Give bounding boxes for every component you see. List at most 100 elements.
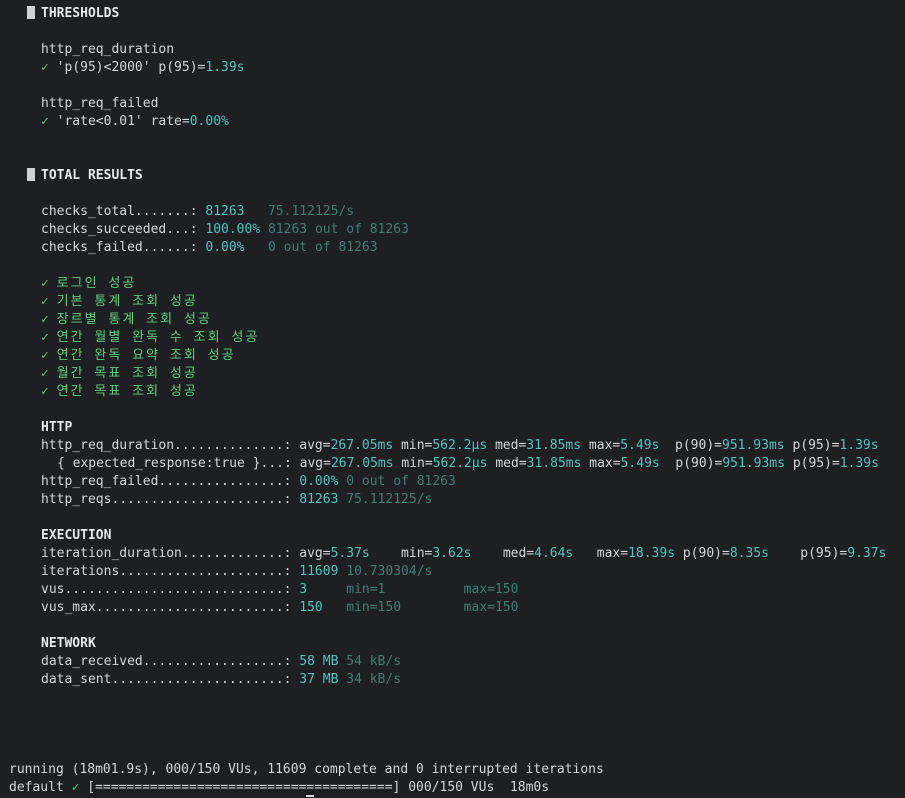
http-reqs-row: http_reqs......................: 81263 7… xyxy=(41,491,432,509)
threshold-result-failed: ✓ 'rate<0.01' rate=0.00% xyxy=(41,113,229,131)
checks-failed-row: checks_failed......: 0.00% 0 out of 8126… xyxy=(41,239,378,257)
check-item: ✓ 기본 통계 조회 성공 xyxy=(41,293,198,311)
stat-min: 562.2µs xyxy=(432,456,488,471)
stat-max: 5.49s xyxy=(620,456,660,471)
scenario-name: default xyxy=(9,780,64,795)
metric-max: max=150 xyxy=(463,582,519,597)
check-item: ✓ 로그인 성공 xyxy=(41,275,136,293)
check-icon: ✓ xyxy=(41,312,49,327)
threshold-metric-duration: http_req_duration xyxy=(41,42,175,57)
metric-value: 58 MB xyxy=(299,654,339,669)
stat-p90: 951.93ms xyxy=(722,438,785,453)
check-label: 연간 월별 완독 수 조회 성공 xyxy=(56,330,260,345)
metric-name: http_reqs......................: xyxy=(41,492,292,507)
total-results-header: TOTAL RESULTS xyxy=(27,167,143,185)
stat-label: avg= xyxy=(299,456,331,471)
progress-line: default ✓ [=============================… xyxy=(9,779,549,797)
metric-value: 100.00% xyxy=(205,222,261,237)
threshold-metric-failed: http_req_failed xyxy=(41,96,159,111)
metric-detail: 0 out of 81263 xyxy=(268,240,378,255)
check-label: 연간 목표 조회 성공 xyxy=(56,384,198,399)
metric-min: min=1 xyxy=(346,582,386,597)
stat-label: p(90)= xyxy=(675,438,722,453)
metric-value: 81263 xyxy=(205,204,245,219)
stat-avg: 267.05ms xyxy=(330,438,394,453)
stat-med: 31.85ms xyxy=(526,456,582,471)
data-received-row: data_received..................: 58 MB 5… xyxy=(41,653,401,671)
threshold-label: rate= xyxy=(150,114,190,129)
check-label: 로그인 성공 xyxy=(56,276,137,291)
http-section-title: HTTP xyxy=(41,420,73,435)
metric-name: checks_succeeded...: xyxy=(41,222,198,237)
stat-p95: 1.39s xyxy=(839,456,879,471)
stat-min: 562.2µs xyxy=(432,438,488,453)
http-req-duration-row: http_req_duration..............: avg=267… xyxy=(41,437,879,455)
stat-avg: 267.05ms xyxy=(330,456,394,471)
check-icon: ✓ xyxy=(41,114,49,129)
http-req-failed-row: http_req_failed................: 0.00% 0… xyxy=(41,473,456,491)
metric-value: 37 MB xyxy=(299,672,339,687)
stat-label: med= xyxy=(495,456,527,471)
metric-detail: 0 out of 81263 xyxy=(346,474,456,489)
stat-label: p(95)= xyxy=(792,456,840,471)
stat-max: 18.39s xyxy=(628,546,676,561)
terminal-cursor xyxy=(306,795,314,797)
metric-rate: 75.112125/s xyxy=(268,204,355,219)
stat-p90: 8.35s xyxy=(729,546,769,561)
metric-name: vus............................: xyxy=(41,582,292,597)
check-label: 월간 목표 조회 성공 xyxy=(56,366,198,381)
stat-label: med= xyxy=(494,438,527,453)
section-marker-icon xyxy=(27,6,35,19)
check-icon: ✓ xyxy=(41,348,49,363)
metric-value: 81263 xyxy=(299,492,339,507)
progress-vus: 000/150 VUs xyxy=(408,780,495,795)
stat-med: 31.85ms xyxy=(526,438,582,453)
expected-response-row: { expected_response:true }...: avg=267.0… xyxy=(57,455,879,473)
metric-name: checks_total.......: xyxy=(41,204,198,219)
stat-label: p(90)= xyxy=(675,456,723,471)
check-icon: ✓ xyxy=(41,330,49,345)
check-item: ✓ 연간 월별 완독 수 조회 성공 xyxy=(41,329,259,347)
progress-time: 18m0s xyxy=(509,780,550,795)
metric-max: max=150 xyxy=(463,600,519,615)
total-results-title: TOTAL RESULTS xyxy=(41,168,143,183)
stat-label: med= xyxy=(502,546,535,561)
threshold-value: 0.00% xyxy=(189,114,229,129)
metric-value: 3 xyxy=(299,582,308,597)
network-section-title: NETWORK xyxy=(41,636,96,651)
stat-label: max= xyxy=(588,438,621,453)
metric-name: data_sent......................: xyxy=(41,672,292,687)
metric-rate: 10.730304/s xyxy=(346,564,433,579)
stat-label: p(90)= xyxy=(682,546,730,561)
metric-value: 150 xyxy=(299,600,323,615)
stat-p95: 9.37s xyxy=(847,546,887,561)
iterations-row: iterations.....................: 11609 1… xyxy=(41,563,432,581)
check-label: 장르별 통계 조회 성공 xyxy=(56,312,212,327)
stat-p95: 1.39s xyxy=(839,438,879,453)
stat-label: p(95)= xyxy=(792,438,840,453)
progress-bar: [======================================] xyxy=(87,780,401,795)
stat-med: 4.64s xyxy=(534,546,574,561)
metric-name: vus_max........................: xyxy=(41,600,292,615)
threshold-value: 1.39s xyxy=(205,60,245,75)
metric-name: data_received..................: xyxy=(41,654,292,669)
metric-value: 0.00% xyxy=(205,240,245,255)
metric-detail: 81263 out of 81263 xyxy=(268,222,409,237)
iteration-duration-row: iteration_duration.............: avg=5.3… xyxy=(41,545,886,563)
check-icon: ✓ xyxy=(41,60,49,75)
check-icon: ✓ xyxy=(41,384,49,399)
check-icon: ✓ xyxy=(41,294,49,309)
data-sent-row: data_sent......................: 37 MB 3… xyxy=(41,671,401,689)
stat-label: min= xyxy=(401,438,433,453)
metric-name: checks_failed......: xyxy=(41,240,198,255)
metric-rate: 54 kB/s xyxy=(346,654,402,669)
stat-label: max= xyxy=(596,546,629,561)
checks-succeeded-row: checks_succeeded...: 100.00% 81263 out o… xyxy=(41,221,409,239)
thresholds-title: THRESHOLDS xyxy=(41,6,120,21)
threshold-rule: 'rate<0.01' xyxy=(56,114,143,129)
stat-max: 5.49s xyxy=(620,438,660,453)
check-icon: ✓ xyxy=(41,366,49,381)
metric-value: 11609 xyxy=(299,564,339,579)
check-item: ✓ 월간 목표 조회 성공 xyxy=(41,365,198,383)
threshold-result-duration: ✓ 'p(95)<2000' p(95)=1.39s xyxy=(41,59,245,77)
